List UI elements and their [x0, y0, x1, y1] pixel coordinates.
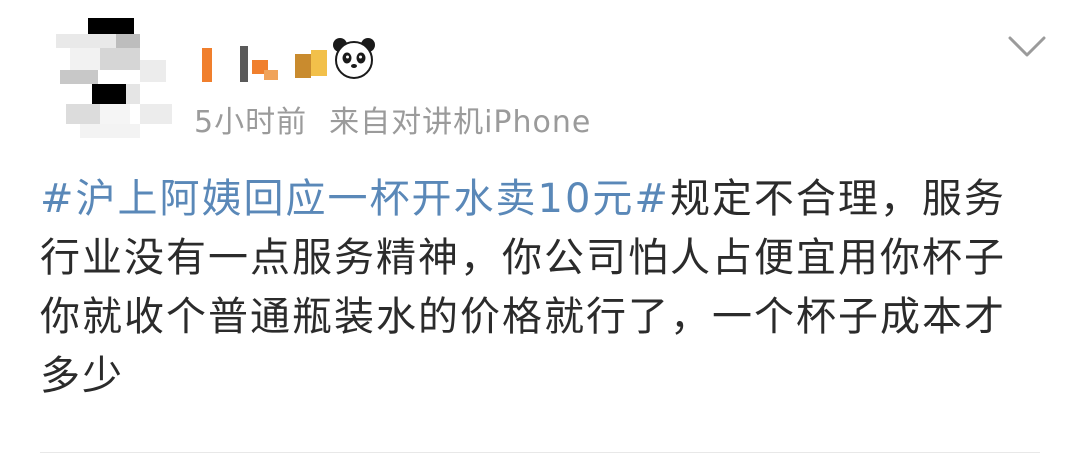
post-content: #沪上阿姨回应一杯开水卖10元#规定不合理，服务行业没有一点服务精神，你公司怕人…: [40, 170, 1045, 406]
chevron-down-icon[interactable]: [1004, 30, 1050, 64]
weibo-post: 5小时前 来自对讲机iPhone #沪上阿姨回应一杯开水卖10元#规定不合理，服务…: [0, 0, 1080, 465]
hashtag-link[interactable]: #沪上阿姨回应一杯开水卖10元#: [40, 176, 670, 222]
source-prefix: 来自: [329, 105, 392, 140]
post-meta: 5小时前 来自对讲机iPhone: [194, 97, 591, 141]
avatar[interactable]: [40, 18, 180, 144]
post-time: 5小时前: [194, 105, 308, 140]
panda-icon: [332, 36, 376, 80]
divider: [40, 452, 1040, 453]
post-source[interactable]: 对讲机iPhone: [391, 105, 591, 140]
